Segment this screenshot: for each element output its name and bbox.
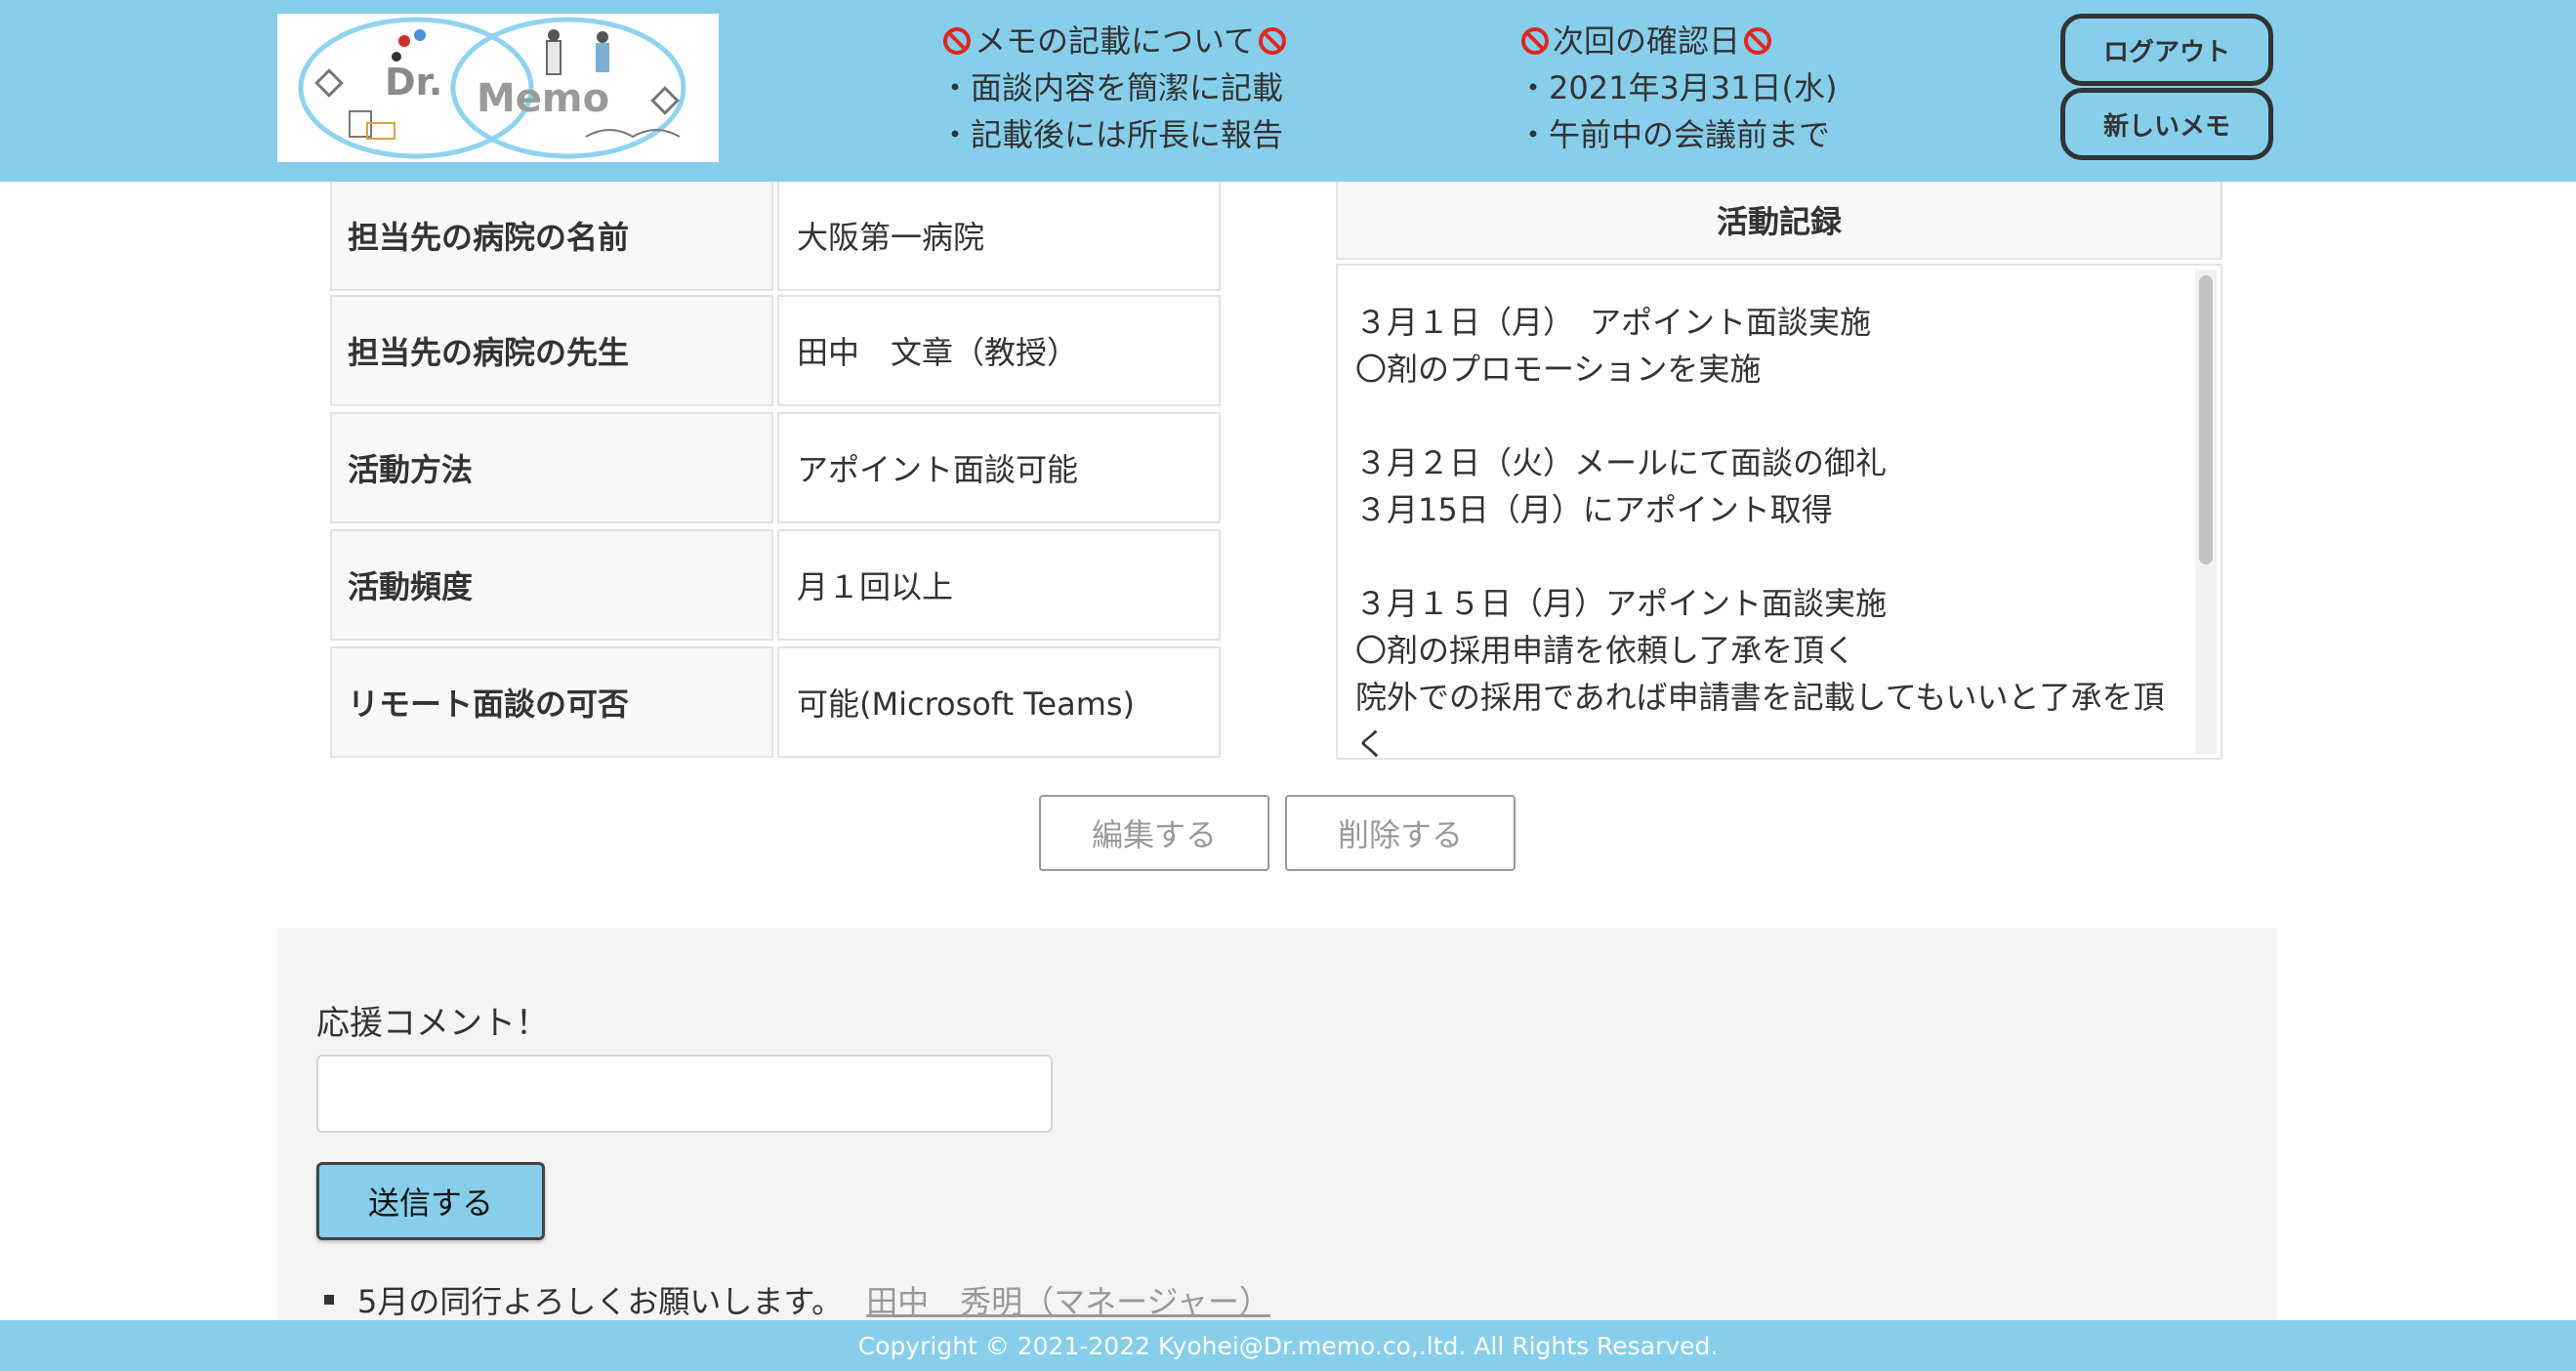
doctor-name-label: 担当先の病院の先生 bbox=[330, 295, 773, 406]
prohibited-icon bbox=[943, 27, 971, 55]
prohibited-icon bbox=[1521, 27, 1549, 55]
notice-title-row: 次回の確認日 bbox=[1517, 18, 1838, 64]
scrollbar-thumb[interactable] bbox=[2199, 275, 2213, 564]
dr-memo-logo[interactable]: Dr. Memo bbox=[277, 14, 719, 162]
edit-button[interactable]: 編集する bbox=[1039, 795, 1269, 871]
hospital-name-value: 大阪第一病院 bbox=[777, 182, 1221, 291]
comment-author-link[interactable]: 田中 秀明（マネージャー） bbox=[866, 1277, 1270, 1322]
comment-list-item: 5月の同行よろしくお願いします。 田中 秀明（マネージャー） bbox=[324, 1277, 1270, 1322]
notice-line: ・面談内容を簡潔に記載 bbox=[939, 69, 1284, 106]
activity-frequency-label: 活動頻度 bbox=[330, 529, 773, 641]
activity-method-value: アポイント面談可能 bbox=[777, 412, 1221, 523]
logout-button[interactable]: ログアウト bbox=[2060, 14, 2273, 86]
activity-log-title: 活動記録 bbox=[1336, 182, 2223, 260]
activity-log-box[interactable]: ３月１日（月） アポイント面談実施 〇剤のプロモーションを実施 ３月２日（火）メ… bbox=[1336, 264, 2223, 760]
submit-comment-button[interactable]: 送信する bbox=[316, 1162, 545, 1240]
site-header: Dr. Memo メモの記載について ・面談内容を簡潔に記載 ・記載後には所長に… bbox=[0, 0, 2576, 182]
memo-guidelines-notice: メモの記載について ・面談内容を簡潔に記載 ・記載後には所長に報告 bbox=[939, 18, 1290, 158]
notice-line: ・記載後には所長に報告 bbox=[939, 116, 1284, 153]
remote-meeting-value: 可能(Microsoft Teams) bbox=[777, 646, 1221, 758]
activity-log-text: ３月１日（月） アポイント面談実施 〇剤のプロモーションを実施 ３月２日（火）メ… bbox=[1355, 304, 2165, 760]
notice-title: 次回の確認日 bbox=[1553, 22, 1741, 60]
remote-meeting-label: リモート面談の可否 bbox=[330, 646, 773, 758]
bullet-icon bbox=[324, 1295, 334, 1305]
doctor-name-value: 田中 文章（教授） bbox=[777, 295, 1221, 406]
comment-label: 応援コメント！ bbox=[316, 1004, 549, 1043]
new-memo-button[interactable]: 新しいメモ bbox=[2060, 88, 2273, 160]
notice-line: ・2021年3月31日(水) bbox=[1517, 69, 1838, 106]
activity-log-scrollbar[interactable] bbox=[2195, 270, 2217, 754]
comment-text: 5月の同行よろしくお願いします。 bbox=[357, 1283, 844, 1320]
comment-input[interactable] bbox=[316, 1055, 1053, 1133]
logo-text-dr: Dr. bbox=[385, 61, 443, 104]
hospital-name-label: 担当先の病院の名前 bbox=[330, 182, 773, 291]
notice-title-row: メモの記載について bbox=[939, 18, 1290, 64]
delete-button[interactable]: 削除する bbox=[1285, 795, 1516, 871]
site-footer: Copyright © 2021-2022 Kyohei@Dr.memo.co,… bbox=[0, 1320, 2576, 1371]
activity-method-label: 活動方法 bbox=[330, 412, 773, 523]
copyright-text: Copyright © 2021-2022 Kyohei@Dr.memo.co,… bbox=[857, 1331, 1719, 1360]
prohibited-icon bbox=[1259, 27, 1287, 55]
notice-line: ・午前中の会議前まで bbox=[1517, 116, 1831, 153]
next-check-date-notice: 次回の確認日 ・2021年3月31日(水) ・午前中の会議前まで bbox=[1517, 18, 1838, 158]
comment-section: 応援コメント！ 送信する 5月の同行よろしくお願いします。 田中 秀明（マネージ… bbox=[277, 928, 2277, 1371]
logo-text-memo: Memo bbox=[477, 76, 610, 121]
notice-title: メモの記載について bbox=[975, 22, 1256, 60]
prohibited-icon bbox=[1744, 27, 1772, 55]
activity-frequency-value: 月１回以上 bbox=[777, 529, 1221, 641]
